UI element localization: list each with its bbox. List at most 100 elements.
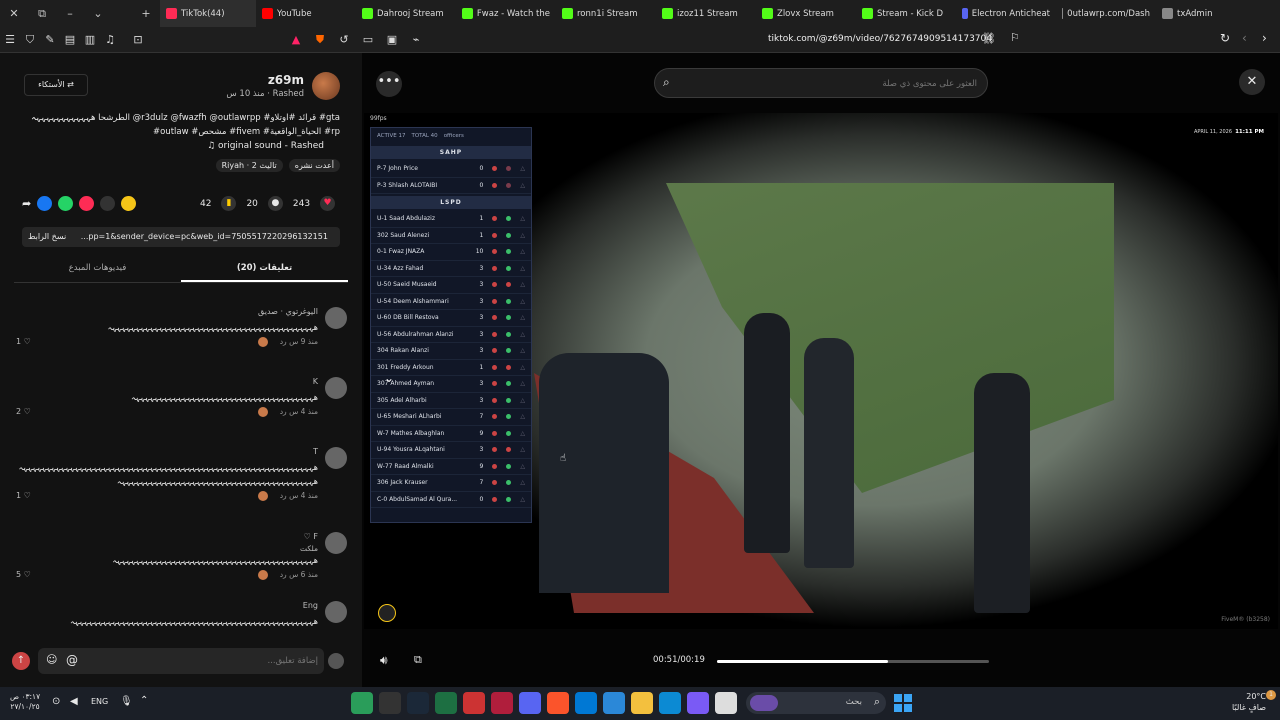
- excel-icon[interactable]: [435, 692, 457, 714]
- author-username[interactable]: z69m: [268, 73, 304, 87]
- send-icon[interactable]: [79, 196, 95, 211]
- browser-tab[interactable]: ronn1i Stream: [556, 0, 656, 27]
- browser-tab[interactable]: Dahrooj Stream: [356, 0, 456, 27]
- more-options-icon[interactable]: •••: [376, 71, 402, 97]
- related-search-input[interactable]: [697, 75, 977, 93]
- app-red-icon[interactable]: [463, 692, 485, 714]
- comment-icon[interactable]: ●: [267, 196, 283, 211]
- heart-outline-icon[interactable]: ♡: [24, 407, 31, 416]
- brave-shield-icon[interactable]: ⛊: [310, 33, 330, 47]
- weather-temp[interactable]: 20°C: [1232, 691, 1266, 702]
- whatsapp-icon[interactable]: [58, 196, 74, 211]
- commenter-avatar[interactable]: [325, 447, 347, 469]
- address-bar[interactable]: tiktok.com/@z69m/video/76276749095141737…: [768, 34, 992, 44]
- reload-icon[interactable]: ↻: [1220, 31, 1230, 45]
- chevron-down-icon[interactable]: ⌄: [84, 7, 112, 20]
- bookmark-save-icon[interactable]: ▮: [221, 196, 237, 211]
- copilot-icon[interactable]: [687, 692, 709, 714]
- sidebar-icon[interactable]: ▥: [80, 33, 100, 46]
- screen-icon[interactable]: ▭: [358, 33, 378, 47]
- weather-desc[interactable]: صافٍ غالبًا: [1232, 702, 1266, 713]
- clock-date[interactable]: ٢٧/١٠/٢٥: [10, 702, 40, 712]
- commenter-avatar[interactable]: [325, 601, 347, 623]
- comment-meta[interactable]: منذ 4 س رد: [280, 491, 318, 500]
- speaker-icon[interactable]: ◀: [70, 696, 78, 707]
- comment-meta[interactable]: منذ 4 س رد: [280, 407, 318, 416]
- browser-tab[interactable]: txAdmin: [1156, 0, 1256, 27]
- commenter-avatar[interactable]: [325, 532, 347, 554]
- share-arrow-icon[interactable]: ➦: [22, 197, 31, 210]
- search-icon[interactable]: ⌕: [874, 695, 880, 709]
- tab-creator-videos[interactable]: فيديوهات المبدع: [14, 253, 181, 282]
- browser-tab[interactable]: Electron Anticheat: [956, 0, 1056, 27]
- shield-icon[interactable]: ⛉: [20, 33, 40, 47]
- taskview-icon[interactable]: [715, 692, 737, 714]
- language-indicator[interactable]: ENG: [91, 697, 108, 706]
- commenter-avatar[interactable]: [325, 307, 347, 329]
- adobe-icon[interactable]: [491, 692, 513, 714]
- music-icon[interactable]: ♫: [100, 33, 120, 46]
- menu-icon[interactable]: ☰: [0, 33, 20, 46]
- commenter-name[interactable]: T: [313, 447, 318, 456]
- brave-icon[interactable]: [547, 692, 569, 714]
- video-player[interactable]: 99fps APRIL 11, 2026 11:11 PM ACTIVE 17 …: [364, 113, 1278, 629]
- edge-icon[interactable]: [659, 692, 681, 714]
- heart-outline-icon[interactable]: ♡: [24, 491, 31, 500]
- app-icon[interactable]: [351, 692, 373, 714]
- forward-arrow-icon[interactable]: ›: [1262, 31, 1267, 45]
- back-arrow-icon[interactable]: ‹: [1242, 31, 1247, 45]
- brave-rewards-icon[interactable]: ▲: [286, 33, 306, 47]
- author-avatar[interactable]: [312, 72, 340, 100]
- tab-actions-icon[interactable]: ⧉: [28, 7, 56, 21]
- tab-comments[interactable]: تعليقات (20): [181, 253, 348, 282]
- extension-icon[interactable]: ✎: [40, 33, 60, 46]
- emoji-icon[interactable]: ☺: [46, 653, 57, 666]
- comment-meta[interactable]: منذ 9 س رد: [280, 337, 318, 346]
- pip-icon[interactable]: ⧉: [414, 653, 422, 667]
- comment-meta[interactable]: منذ 6 س رد: [280, 570, 318, 579]
- store-icon[interactable]: [603, 692, 625, 714]
- folder-icon[interactable]: [631, 692, 653, 714]
- heart-outline-icon[interactable]: ♡: [24, 337, 31, 346]
- mic-icon[interactable]: 🎙︎: [120, 696, 133, 707]
- post-comment-button[interactable]: ↑: [12, 652, 30, 670]
- copy-link-button[interactable]: نسخ الرابط: [28, 232, 66, 241]
- embed-icon[interactable]: [100, 196, 116, 211]
- commenter-avatar[interactable]: [325, 377, 347, 399]
- screenshot-icon[interactable]: ⊡: [128, 33, 148, 46]
- facebook-icon[interactable]: [37, 196, 53, 211]
- browser-tab[interactable]: Fwaz - Watch the: [456, 0, 556, 27]
- browser-tab[interactable]: TikTok(44): [160, 0, 256, 27]
- follow-button[interactable]: الأستكاء ⇄: [24, 74, 88, 96]
- link-icon[interactable]: ⛓: [982, 32, 996, 45]
- browser-tab[interactable]: Zlovx Stream: [756, 0, 856, 27]
- minimize-icon[interactable]: –: [56, 7, 84, 20]
- tray-chevron-icon[interactable]: ⌃: [140, 695, 148, 706]
- progress-bar[interactable]: [717, 660, 989, 663]
- obs-icon[interactable]: [379, 692, 401, 714]
- tagged-chip[interactable]: Riyah · تاليث 2: [215, 159, 283, 172]
- chevron-down-icon[interactable]: ⌄: [384, 371, 394, 385]
- heart-icon[interactable]: ♥: [320, 196, 336, 211]
- search-icon[interactable]: ⌕: [663, 75, 670, 90]
- browser-tab[interactable]: izoz11 Stream: [656, 0, 756, 27]
- browser-tab[interactable]: YouTube: [256, 0, 356, 27]
- heart-outline-icon[interactable]: ♡: [24, 570, 31, 579]
- tabs-icon[interactable]: ▤: [60, 33, 80, 46]
- close-video-icon[interactable]: ✕: [1239, 69, 1265, 95]
- clock-time[interactable]: ٠٣:١٧ ص: [10, 692, 40, 702]
- bookmark-icon[interactable]: ⚐: [1010, 31, 1020, 44]
- commenter-name[interactable]: K: [313, 377, 318, 386]
- coin-icon[interactable]: [121, 196, 137, 211]
- notification-icon[interactable]: ⊙: [52, 696, 60, 707]
- volume-icon[interactable]: 🔊︎: [380, 653, 388, 668]
- commenter-name[interactable]: F ♡: [304, 532, 318, 541]
- start-icon[interactable]: [894, 694, 912, 712]
- browser-tab[interactable]: 0utlawrp.com/Dash: [1056, 0, 1156, 27]
- close-window-icon[interactable]: ✕: [0, 7, 28, 20]
- discord-icon[interactable]: [519, 692, 541, 714]
- commenter-name[interactable]: Eng: [303, 601, 318, 610]
- steam-icon[interactable]: [407, 692, 429, 714]
- outlook-icon[interactable]: [575, 692, 597, 714]
- repost-chip[interactable]: أعدت نشره: [288, 159, 340, 172]
